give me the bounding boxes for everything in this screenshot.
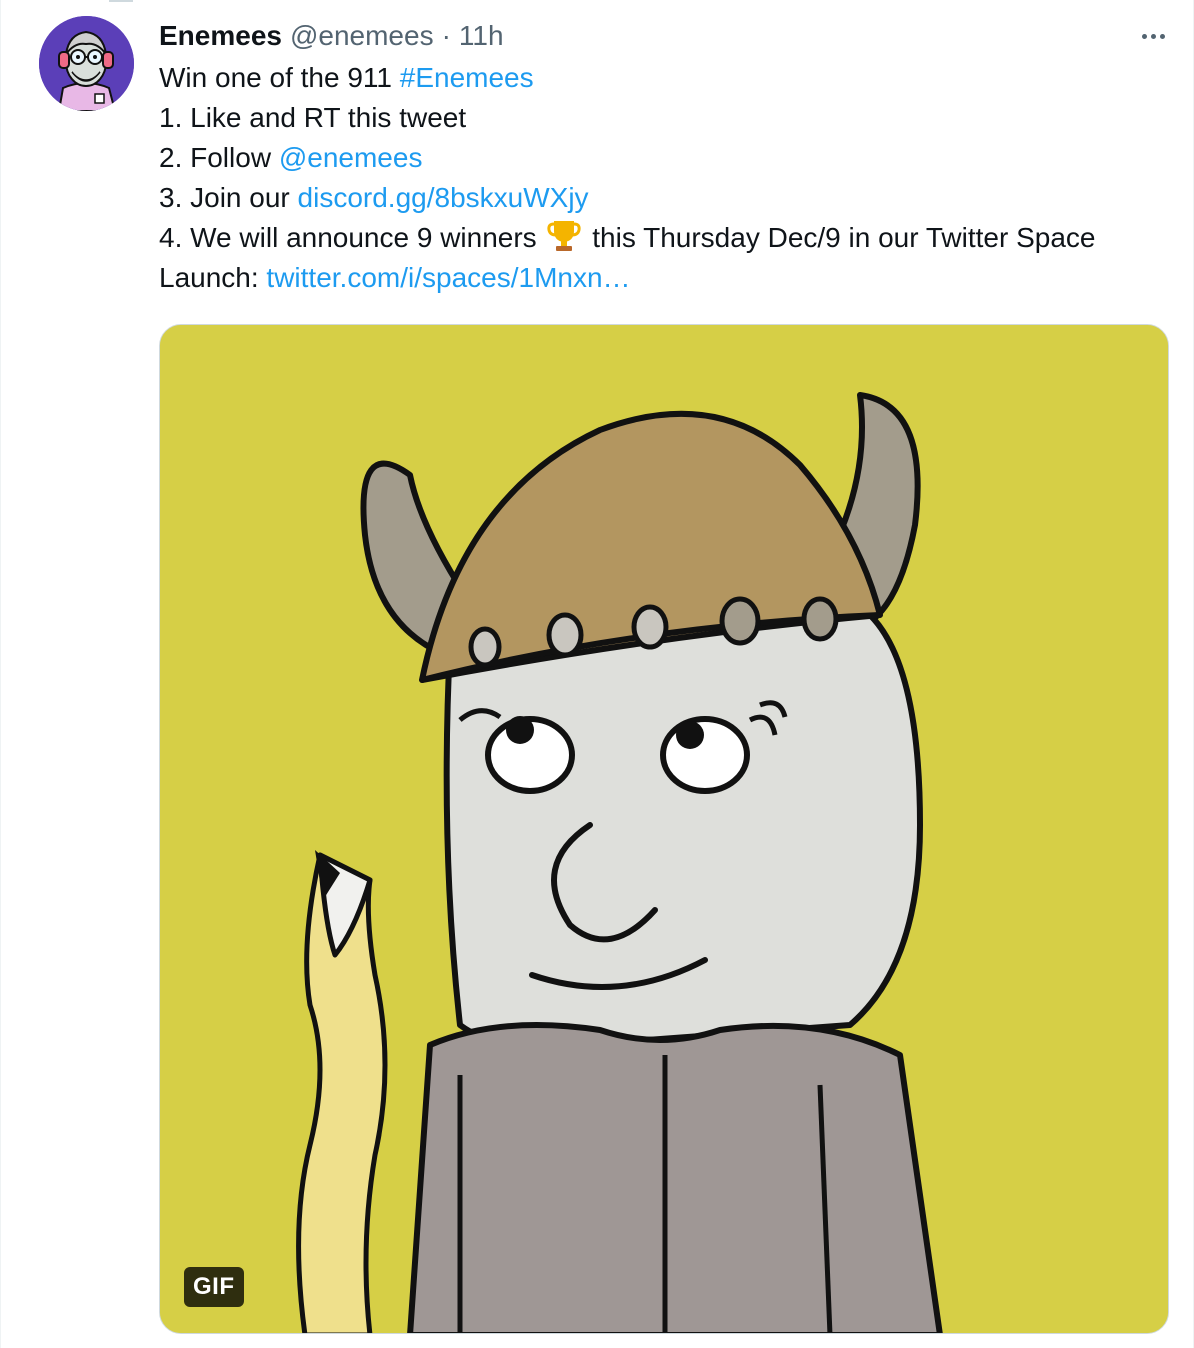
line-text: Launch:: [159, 262, 267, 293]
tweet-line-4: 3. Join our discord.gg/8bskxuWXjy: [159, 178, 1179, 218]
discord-link[interactable]: discord.gg/8bskxuWXjy: [298, 182, 589, 213]
gif-badge: GIF: [184, 1267, 244, 1307]
tweet-line-1: Win one of the 911 #Enemees: [159, 58, 1179, 98]
hashtag-link[interactable]: #Enemees: [400, 62, 534, 93]
gif-media[interactable]: GIF: [159, 324, 1169, 1334]
display-name[interactable]: Enemees: [159, 20, 282, 52]
tweet-text: Win one of the 911 #Enemees 1. Like and …: [159, 58, 1179, 298]
tweet-line-2: 1. Like and RT this tweet: [159, 98, 1179, 138]
tweet-line-6: Launch: twitter.com/i/spaces/1Mnxn…: [159, 258, 1179, 298]
viking-illustration: [160, 325, 1168, 1333]
user-handle[interactable]: @enemees: [290, 20, 434, 52]
tweet-line-5: 4. We will announce 9 winners this Thurs…: [159, 218, 1179, 258]
mention-link[interactable]: @enemees: [279, 142, 423, 173]
line-text: 4. We will announce 9 winners: [159, 222, 537, 253]
line-text: this Thursday Dec/9 in our Twitter Space: [592, 222, 1096, 253]
tweet-header: Enemees @enemees · 11h: [159, 16, 504, 56]
avatar[interactable]: [39, 16, 134, 111]
more-horizontal-icon: [1141, 33, 1147, 39]
line-text: 3. Join our: [159, 182, 298, 213]
tweet-line-3: 2. Follow @enemees: [159, 138, 1179, 178]
line-text: Win one of the 911: [159, 62, 400, 93]
spaces-link[interactable]: twitter.com/i/spaces/1Mnxn…: [266, 262, 630, 293]
line-text: 2. Follow: [159, 142, 279, 173]
tweet-timestamp[interactable]: 11h: [459, 20, 504, 52]
trophy-emoji-icon: [547, 221, 582, 251]
more-options-button[interactable]: [1135, 18, 1171, 54]
thread-connector: [109, 0, 133, 2]
tweet-card[interactable]: Enemees @enemees · 11h Win one of the 91…: [0, 0, 1194, 1348]
separator-dot: ·: [441, 20, 451, 51]
line-text: 1. Like and RT this tweet: [159, 102, 467, 133]
